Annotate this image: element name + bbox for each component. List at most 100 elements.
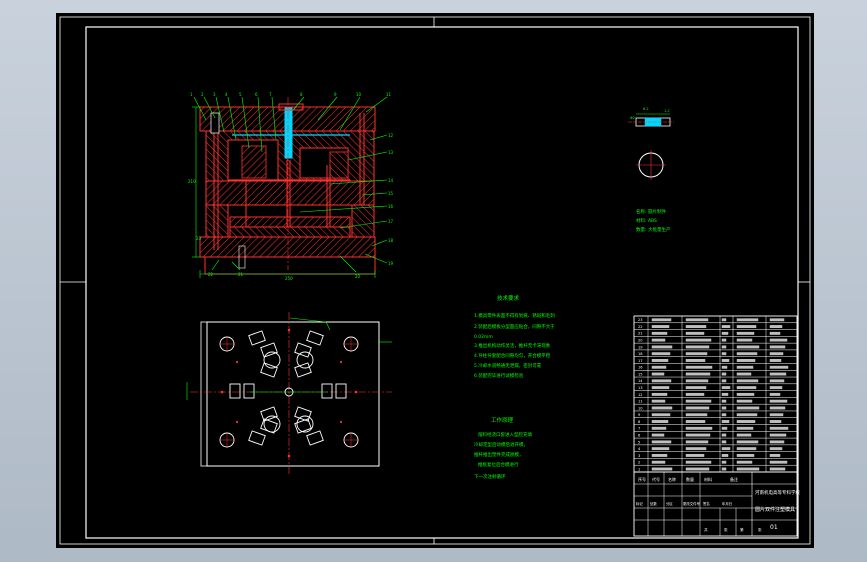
tb-sign-3: 更改文件号 <box>683 501 701 506</box>
parts-row-text-stroke <box>736 467 760 471</box>
tb-drawing-number: 01 <box>770 524 778 531</box>
parts-row-text-stroke <box>736 440 759 444</box>
parts-row-text-stroke <box>651 392 668 396</box>
drawing-sheet[interactable]: 123 456 789 10 1112 131415 161718 192021 … <box>0 0 867 562</box>
parts-row-number: 16 <box>638 366 643 370</box>
parts-row-number: 7 <box>638 427 640 431</box>
parts-row-text-stroke <box>721 392 729 396</box>
parts-row-text-stroke <box>736 359 756 362</box>
svg-text:19: 19 <box>388 261 394 266</box>
svg-text:Φ2: Φ2 <box>630 116 635 120</box>
parts-row-text-stroke <box>651 379 672 383</box>
parts-row-number: 21 <box>638 332 643 336</box>
parts-row-number: 13 <box>638 386 643 390</box>
tb-sign-0: 标记 <box>636 501 643 506</box>
parts-row-text-stroke <box>685 453 705 457</box>
svg-text:17: 17 <box>388 219 394 224</box>
parts-row-text-stroke <box>721 406 727 410</box>
tech-line-5: 4.导柱导套配合间隙均匀，开合模平稳 <box>474 352 551 359</box>
tb-sign-2: 分区 <box>666 501 673 506</box>
parts-row-text-stroke <box>721 318 727 322</box>
svg-text:13: 13 <box>388 150 394 155</box>
parts-row-text-stroke <box>736 420 756 423</box>
parts-row-text-stroke <box>736 433 752 437</box>
parts-row-text-stroke <box>685 433 711 437</box>
tb-drawing-title: 圆片双件注塑模具 <box>755 506 795 513</box>
parts-row-number: 23 <box>638 318 643 322</box>
parts-row-text-stroke <box>769 433 787 437</box>
parts-row-text-stroke <box>721 325 731 329</box>
parts-row-text-stroke <box>721 453 729 457</box>
svg-text:250: 250 <box>285 276 293 281</box>
parts-row-text-stroke <box>769 460 788 464</box>
parts-row-text-stroke <box>685 325 707 329</box>
svg-text:10: 10 <box>356 92 362 97</box>
work-line-2: 冷却定型后动模后退开模， <box>474 441 528 448</box>
svg-text:22: 22 <box>208 272 214 277</box>
parts-row-number: 18 <box>638 352 643 356</box>
parts-row-text-stroke <box>736 406 760 410</box>
parts-row-text-stroke <box>721 352 727 356</box>
parts-row-text-stroke <box>736 460 753 464</box>
tech-line-4: 3.推出机构动作灵活，推杆无卡滞现象 <box>474 342 551 349</box>
parts-row-text-stroke <box>721 440 727 444</box>
parts-row-text-stroke <box>651 318 672 322</box>
work-line-4: 推板复位后合模进行 <box>478 461 519 468</box>
parts-row-text-stroke <box>769 359 782 362</box>
tech-line-1: 1.模具零件表面不得有划痕、锈斑和毛刺 <box>474 312 555 319</box>
tech-line-7: 6.装配完毕进行试模检验 <box>474 372 524 379</box>
parts-row-text-stroke <box>651 399 666 403</box>
parts-row-text-stroke <box>651 433 665 437</box>
parts-row-text-stroke <box>685 440 709 444</box>
parts-row-number: 11 <box>638 400 643 404</box>
parts-row-text-stroke <box>651 467 673 471</box>
parts-row-text-stroke <box>769 399 788 403</box>
parts-row-text-stroke <box>721 372 727 376</box>
parts-row-text-stroke <box>651 420 669 423</box>
svg-text:15: 15 <box>388 191 394 196</box>
parts-row-text-stroke <box>685 359 706 362</box>
svg-text:21: 21 <box>238 272 244 277</box>
tb-bottom-1: 张 <box>724 527 728 532</box>
parts-row-text-stroke <box>685 413 708 417</box>
section-view: 123 456 789 10 1112 131415 161718 192021 … <box>188 92 394 281</box>
svg-text:14: 14 <box>388 178 394 183</box>
parts-row-number: 22 <box>638 325 643 329</box>
parts-row-text-stroke <box>651 359 669 362</box>
svg-text:11: 11 <box>386 92 392 97</box>
parts-row-text-stroke <box>685 392 705 396</box>
parts-row-text-stroke <box>721 460 727 464</box>
parts-row-text-stroke <box>736 331 755 335</box>
parts-row-text-stroke <box>736 345 760 349</box>
parts-row-text-stroke <box>651 338 666 342</box>
parts-row-text-stroke <box>651 413 671 417</box>
parts-row-text-stroke <box>736 365 754 369</box>
parts-row-text-stroke <box>651 406 673 410</box>
svg-text:18: 18 <box>388 238 394 243</box>
parts-row-text-stroke <box>769 338 788 342</box>
parts-row-text-stroke <box>769 413 784 417</box>
parts-row-text-stroke <box>769 352 784 356</box>
parts-row-text-stroke <box>721 413 727 417</box>
part-spec-line-3: 数量: 大批量生产 <box>636 226 671 233</box>
parts-row-text-stroke <box>736 453 755 457</box>
tb-bottom-0: 共 <box>704 527 708 532</box>
parts-row-text-stroke <box>685 460 712 464</box>
parts-row-text-stroke <box>769 386 783 390</box>
parts-row-text-stroke <box>685 365 713 369</box>
parts-row-number: 20 <box>638 339 643 343</box>
parts-row-text-stroke <box>685 352 708 356</box>
parts-row-number: 12 <box>638 393 643 397</box>
parts-row-number: 2 <box>638 461 640 465</box>
parts-row-number: 1 <box>638 467 640 471</box>
tb-header-5: 备注 <box>730 476 738 482</box>
parts-row-text-stroke <box>685 318 709 322</box>
tb-sign-4: 签名 <box>703 501 710 506</box>
parts-row-text-stroke <box>736 386 757 390</box>
parts-row-text-stroke <box>685 372 711 376</box>
tb-header-4: 材料 <box>704 476 712 482</box>
work-line-5: 下一次注射循环 <box>474 473 506 480</box>
parts-row-text-stroke <box>721 379 727 383</box>
parts-row-text-stroke <box>769 426 789 430</box>
parts-row-text-stroke <box>721 359 730 362</box>
